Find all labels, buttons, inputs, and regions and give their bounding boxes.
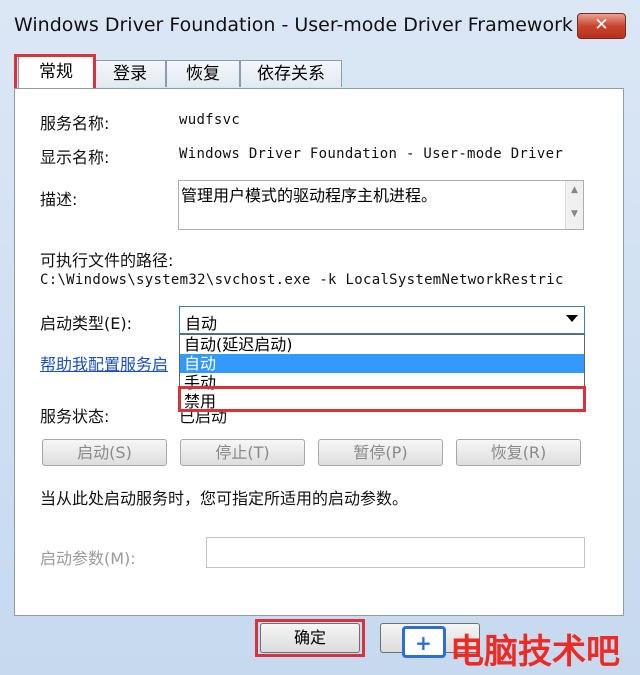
startup-type-select[interactable]: 自动 <box>179 306 585 334</box>
start-params-label: 启动参数(M): <box>40 549 136 568</box>
description-text: 管理用户模式的驱动程序主机进程。 <box>181 186 438 205</box>
option-disabled[interactable]: 禁用 <box>180 392 584 411</box>
tab-general[interactable]: 常规 <box>18 56 94 88</box>
startup-type-value: 自动 <box>185 314 218 333</box>
chevron-down-icon[interactable] <box>566 315 578 322</box>
stop-button[interactable]: 停止(T) <box>180 439 305 466</box>
scroll-down-icon[interactable]: ▼ <box>566 209 583 219</box>
startup-type-label: 启动类型(E): <box>40 314 132 333</box>
display-name-label: 显示名称: <box>40 148 110 167</box>
plus-icon: + <box>415 631 432 655</box>
service-name-label: 服务名称: <box>40 114 110 133</box>
tab-logon[interactable]: 登录 <box>94 60 166 87</box>
help-configure-link[interactable]: 帮助我配置服务启 <box>40 351 168 375</box>
pause-button[interactable]: 暂停(P) <box>318 439 443 466</box>
display-name-value[interactable]: Windows Driver Foundation - User-mode Dr… <box>179 146 563 162</box>
path-label: 可执行文件的路径: <box>40 251 174 270</box>
close-button[interactable]: ✕ <box>577 13 626 39</box>
option-auto-delayed[interactable]: 自动(延迟启动) <box>180 335 584 354</box>
ok-button[interactable]: 确定 <box>260 623 360 653</box>
watermark: + 电脑技术吧 <box>400 620 640 672</box>
tab-recovery[interactable]: 恢复 <box>166 60 240 87</box>
service-name-value: wudfsvc <box>179 112 241 128</box>
start-params-hint: 当从此处启动服务时，您可指定所适用的启动参数。 <box>40 489 409 508</box>
watermark-text: 电脑技术吧 <box>450 632 620 672</box>
description-box[interactable]: 管理用户模式的驱动程序主机进程。 ▲ ▼ <box>178 180 584 230</box>
description-scrollbar[interactable]: ▲ ▼ <box>565 181 583 229</box>
resume-button[interactable]: 恢复(R) <box>456 439 581 466</box>
start-params-input[interactable] <box>206 537 585 568</box>
service-properties-window: Windows Driver Foundation - User-mode Dr… <box>0 0 640 675</box>
path-value: C:\Windows\system32\svchost.exe -k Local… <box>40 272 564 288</box>
scroll-up-icon[interactable]: ▲ <box>566 185 583 195</box>
option-auto[interactable]: 自动 <box>180 354 584 373</box>
startup-type-dropdown: 自动(延迟启动) 自动 手动 禁用 <box>179 334 585 412</box>
status-label: 服务状态: <box>40 407 110 426</box>
start-button[interactable]: 启动(S) <box>42 439 167 466</box>
window-title: Windows Driver Foundation - User-mode Dr… <box>14 14 598 36</box>
title-bar: Windows Driver Foundation - User-mode Dr… <box>0 0 640 50</box>
tab-dependencies[interactable]: 依存关系 <box>240 60 342 87</box>
description-label: 描述: <box>40 190 78 209</box>
computer-logo-icon: + <box>402 626 446 658</box>
option-manual[interactable]: 手动 <box>180 373 584 392</box>
